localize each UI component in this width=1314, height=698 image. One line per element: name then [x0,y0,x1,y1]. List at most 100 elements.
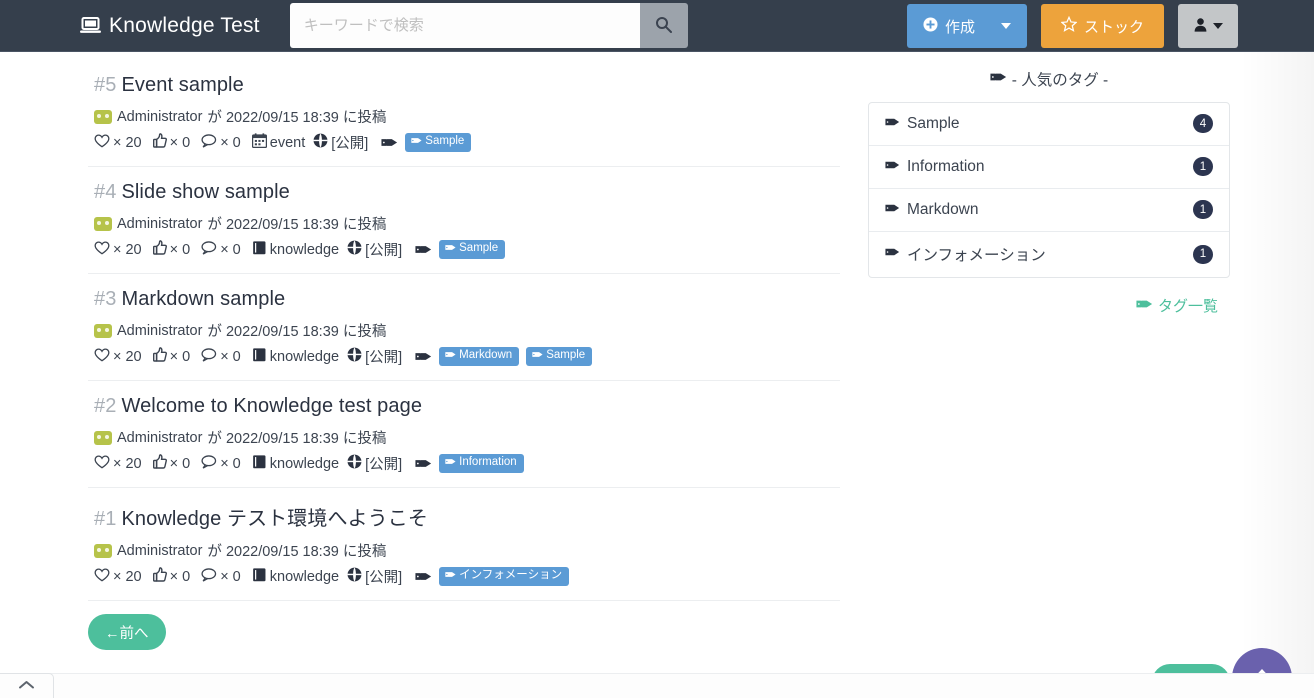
tag-count-badge: 4 [1193,114,1213,133]
brand-label: Knowledge Test [109,13,260,37]
popular-tag-row[interactable]: Information 1 [869,146,1229,189]
knowledge-author-line: Administrator が 2022/09/15 18:39 に投稿 [94,320,840,341]
good-count-label: × 0 [169,568,191,585]
create-button-label: 作成 [944,18,975,36]
tag-badge-label: インフォメーション [459,569,563,582]
good-count-label: × 0 [169,348,191,365]
tag-badge-label: Sample [425,135,465,148]
knowledge-tags: インフォメーション [415,566,570,587]
calendar-icon [251,133,267,152]
knowledge-title: #5 Event sample [94,74,840,97]
publish-status-label: [公開] [365,243,403,259]
good-count: × 0 [152,240,190,259]
tag-badge[interactable]: Sample [405,132,472,153]
knowledge-title: #4 Slide show sample [94,181,840,204]
popular-tag-label: Information [907,157,985,175]
comment-count: × 0 [201,133,241,152]
knowledge-meta-row: × 20 × 0 × 0 knowledge [公開] インフォメーション [94,566,840,587]
popular-tag-name: Information [885,158,985,176]
like-count: × 20 [94,240,142,259]
popular-tag-name: インフォメーション [885,243,1046,265]
tag-badge[interactable]: Sample [526,346,593,367]
comment-count: × 0 [201,567,241,586]
tag-count-badge: 1 [1193,157,1213,176]
posted-text: が 2022/09/15 18:39 に投稿 [207,217,387,233]
knowledge-type: knowledge [252,240,339,259]
comment-count-label: × 0 [220,134,241,151]
like-count: × 20 [94,567,142,586]
tag-badge-label: Sample [459,242,499,255]
knowledge-title-link[interactable]: Event sample [121,74,243,96]
tag-badge[interactable]: Sample [439,239,506,260]
publish-status-label: [公開] [365,570,403,586]
thumbs-up-icon [152,567,167,586]
globe-icon [347,567,362,586]
search-box[interactable] [289,3,688,48]
knowledge-item: #1 Knowledge テスト環境へようこそ Administrator が 202… [88,488,840,601]
knowledge-title: #1 Knowledge テスト環境へようこそ [94,502,840,531]
chevron-up-icon [18,677,35,695]
posted-text: が 2022/09/15 18:39 に投稿 [207,431,387,447]
popular-tag-name: Markdown [885,201,979,219]
user-menu-button[interactable] [1178,4,1238,48]
knowledge-meta-row: × 20 × 0 × 0 knowledge [公開] Sample [94,239,840,260]
tag-icon [445,243,456,256]
heart-icon [94,454,110,473]
publish-status: [公開] [313,132,368,153]
pagination: ←前へ [88,614,840,674]
popular-tag-row[interactable]: インフォメーション 1 [869,232,1229,277]
knowledge-tags: Information [415,453,524,474]
popular-tags-heading: - 人気のタグ - [868,60,1230,102]
book-icon [252,240,267,259]
good-count: × 0 [152,347,191,366]
knowledge-title: #3 Markdown sample [94,288,840,311]
tag-badge-label: Markdown [459,349,513,362]
knowledge-title-link[interactable]: Markdown sample [121,288,285,310]
knowledge-title-link[interactable]: Slide show sample [121,181,289,203]
popular-tag-name: Sample [885,115,960,133]
heart-icon [94,133,110,152]
book-icon [252,454,267,473]
tag-count-badge: 1 [1193,200,1213,219]
publish-status-label: [公開] [331,136,369,152]
like-count-label: × 20 [113,568,142,585]
thumbs-up-icon [152,454,167,473]
tag-badge[interactable]: インフォメーション [439,566,570,587]
tag-badge-label: Information [459,456,517,469]
comment-icon [201,347,217,366]
knowledge-title-link[interactable]: Knowledge テスト環境へようこそ [121,508,428,530]
create-button[interactable]: 作成 [906,4,1027,48]
knowledge-number: #5 [94,74,117,96]
chevron-down-icon [1000,23,1011,29]
tag-list-link[interactable]: タグ一覧 [868,278,1230,316]
plus-circle-icon [923,16,938,36]
stock-button[interactable]: ストック [1040,4,1164,48]
comment-count-label: × 0 [220,455,241,472]
tag-icon [415,457,432,470]
previous-page-button[interactable]: ←前へ [88,614,166,650]
navbar-actions: 作成 ストック [906,0,1238,52]
knowledge-tags: Sample [381,132,472,153]
knowledge-title-link[interactable]: Welcome to Knowledge test page [121,395,422,417]
bottom-collapse-tab[interactable] [0,673,54,698]
comment-count-label: × 0 [220,568,241,585]
knowledge-item: #2 Welcome to Knowledge test page Administ… [88,381,840,488]
posted-text: が 2022/09/15 18:39 に投稿 [207,544,387,560]
heart-icon [94,240,110,259]
search-button[interactable] [639,3,688,48]
user-icon [1194,17,1207,35]
publish-status: [公開] [347,453,402,474]
author-name: Administrator [117,108,203,125]
knowledge-type-label: knowledge [269,455,340,472]
tag-badge[interactable]: Markdown [439,346,520,367]
globe-icon [313,133,328,152]
brand-link[interactable]: Knowledge Test [80,14,260,38]
popular-tag-row[interactable]: Markdown 1 [869,189,1229,232]
comment-icon [201,133,217,152]
popular-tag-row[interactable]: Sample 4 [869,103,1229,146]
book-icon [252,567,267,586]
tag-badge[interactable]: Information [439,453,524,474]
popular-tag-label: Sample [907,114,960,132]
posted-text: が 2022/09/15 18:39 に投稿 [207,324,387,340]
search-input[interactable] [289,3,640,48]
